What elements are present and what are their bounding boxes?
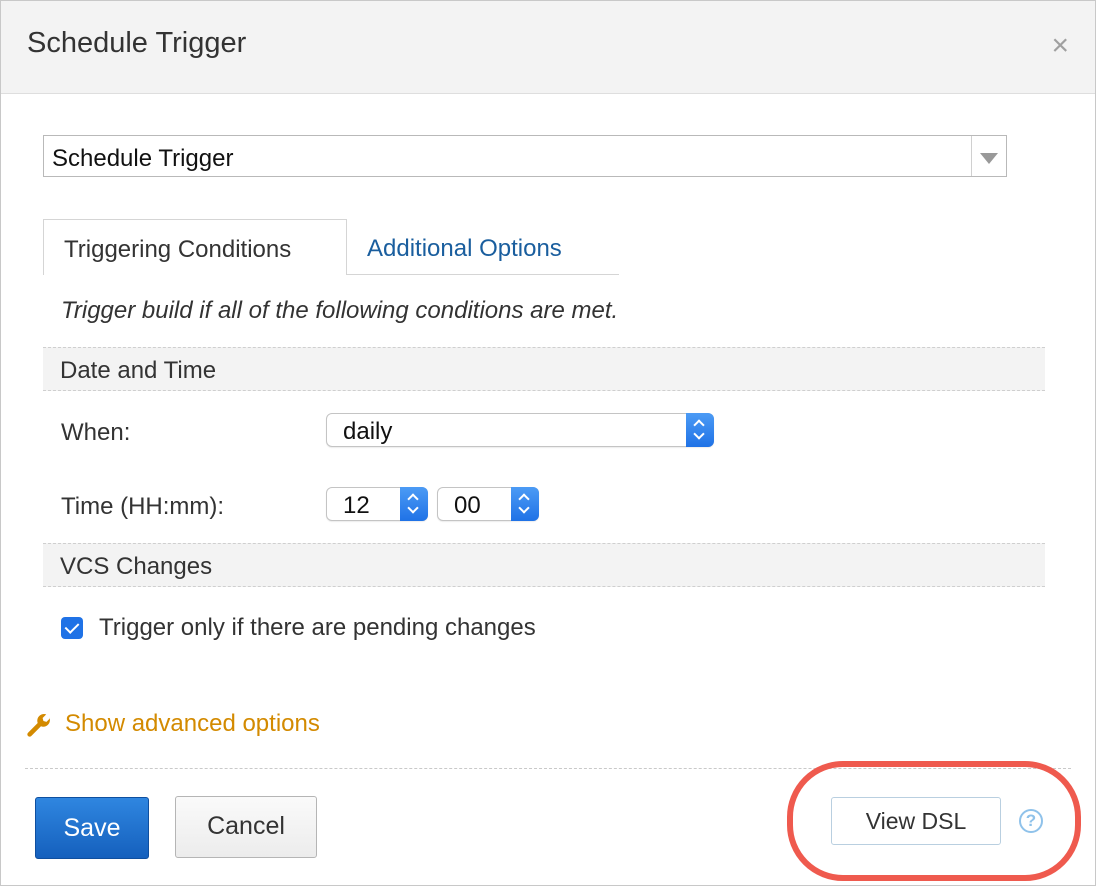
updown-chevron-icon — [686, 413, 714, 447]
pending-changes-checkbox[interactable] — [61, 617, 83, 639]
help-icon[interactable]: ? — [1019, 809, 1043, 833]
time-label: Time (HH:mm): — [61, 493, 225, 520]
chevron-down-icon[interactable] — [971, 136, 1006, 176]
when-label: When: — [61, 419, 131, 446]
section-vcs-label: VCS Changes — [60, 553, 213, 580]
when-select[interactable]: daily — [326, 413, 714, 447]
section-date-time: Date and Time — [43, 347, 1045, 391]
save-button[interactable]: Save — [35, 797, 149, 859]
show-advanced-options-label[interactable]: Show advanced options — [65, 710, 320, 738]
minute-value: 00 — [454, 492, 481, 519]
wrench-icon — [27, 714, 51, 737]
schedule-trigger-dialog: Schedule Trigger × Schedule Trigger Trig… — [0, 0, 1096, 886]
trigger-type-value: Schedule Trigger — [52, 145, 234, 172]
hour-value: 12 — [343, 492, 370, 519]
hour-select[interactable]: 12 — [326, 487, 428, 521]
updown-chevron-icon — [511, 487, 539, 521]
when-value: daily — [343, 418, 393, 445]
section-date-time-label: Date and Time — [60, 357, 217, 384]
dialog-title: Schedule Trigger — [27, 27, 247, 59]
close-icon[interactable]: × — [1051, 29, 1069, 63]
tab-additional-options[interactable]: Additional Options — [347, 219, 619, 275]
section-vcs-changes: VCS Changes — [43, 543, 1045, 587]
conditions-hint: Trigger build if all of the following co… — [61, 297, 619, 324]
dialog-header: Schedule Trigger × — [1, 1, 1095, 94]
pending-changes-label[interactable]: Trigger only if there are pending change… — [99, 614, 536, 642]
trigger-type-select[interactable]: Schedule Trigger — [43, 135, 1007, 177]
cancel-button[interactable]: Cancel — [175, 796, 317, 858]
view-dsl-button[interactable]: View DSL — [831, 797, 1001, 845]
minute-select[interactable]: 00 — [437, 487, 539, 521]
footer-divider — [25, 768, 1071, 769]
updown-chevron-icon — [400, 487, 428, 521]
tab-triggering-conditions[interactable]: Triggering Conditions — [43, 219, 347, 275]
